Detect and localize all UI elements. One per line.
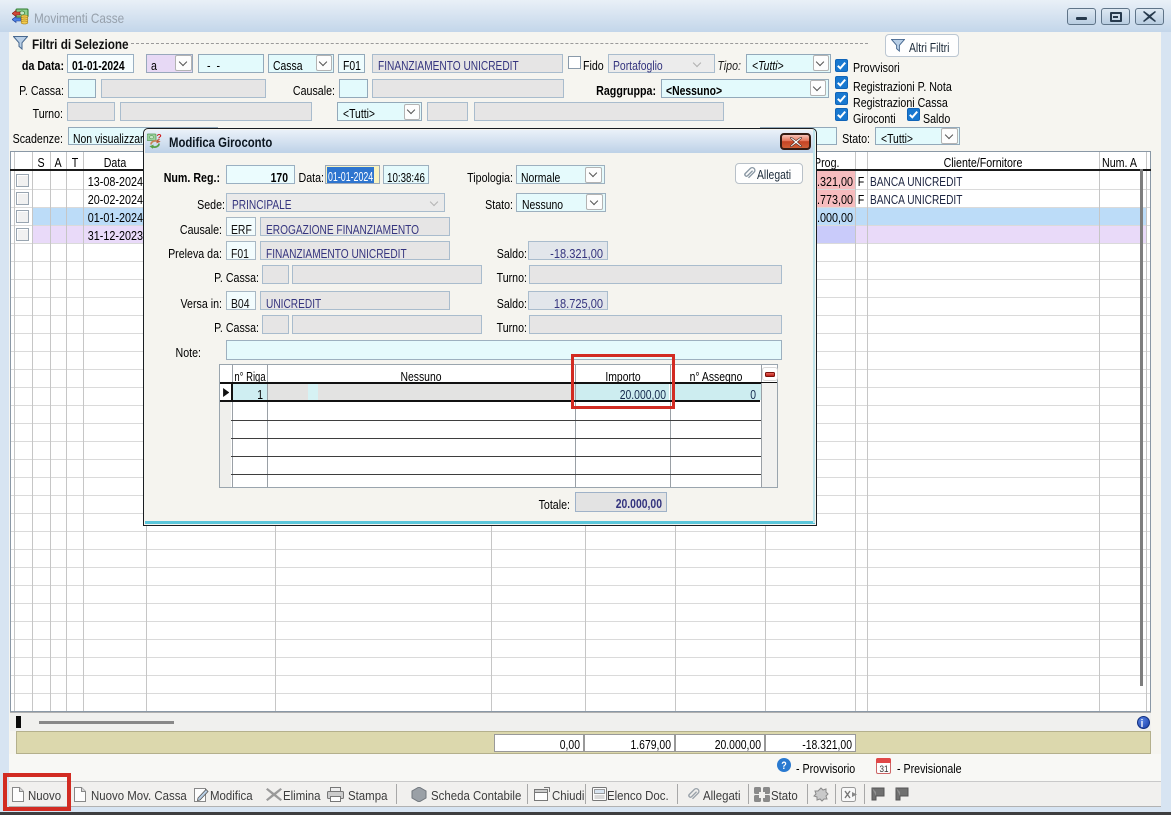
svg-text:?: ? (157, 133, 162, 142)
